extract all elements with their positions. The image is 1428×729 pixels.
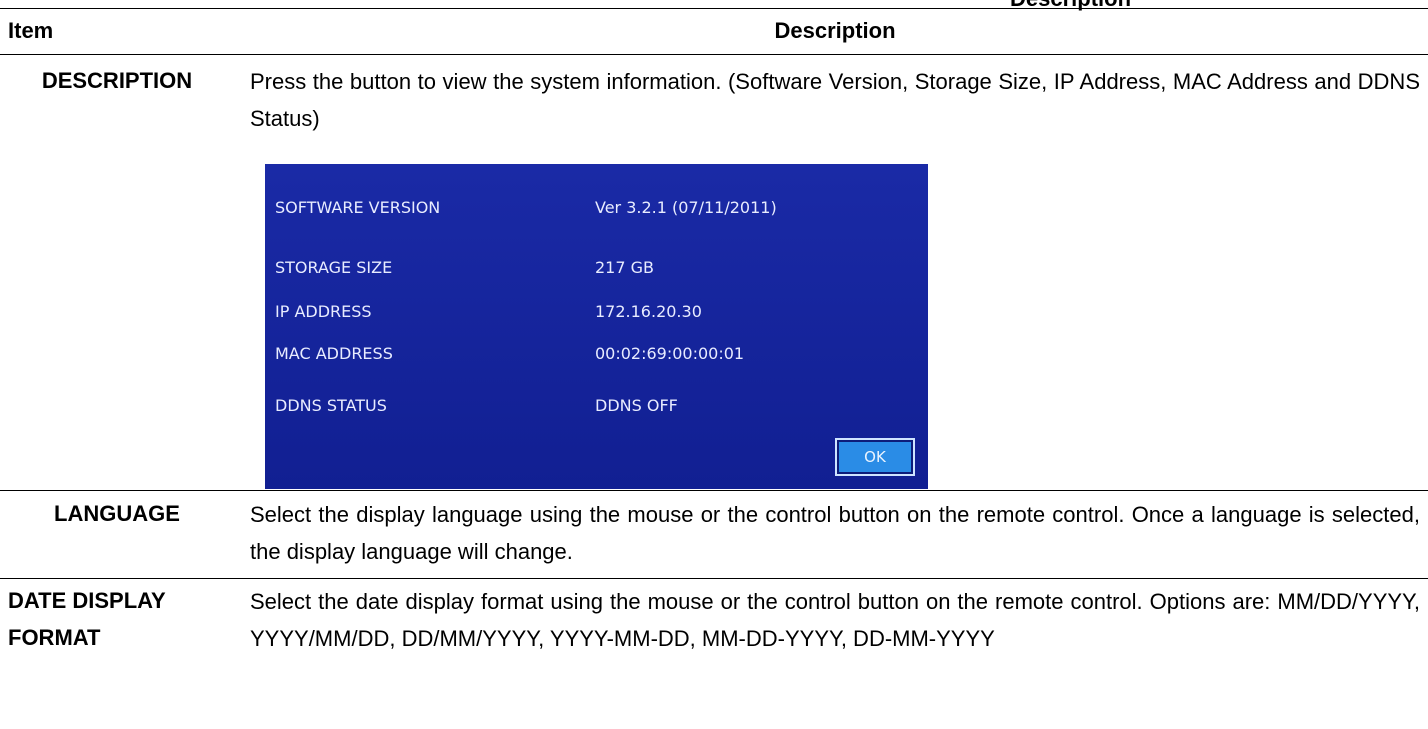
row-text-language: Select the display language using the mo…	[250, 502, 1420, 564]
field-label: DDNS STATUS	[275, 396, 387, 415]
ok-button[interactable]: OK	[835, 438, 915, 476]
page-heading-clipped: Description	[1010, 0, 1131, 12]
row-rule-2	[0, 578, 1428, 579]
row-item-date-display-line2: FORMAT	[8, 625, 101, 650]
field-value: DDNS OFF	[595, 396, 678, 415]
field-label: IP ADDRESS	[275, 302, 372, 321]
row-rule-1	[0, 490, 1428, 491]
system-info-dialog: SOFTWARE VERSION Ver 3.2.1 (07/11/2011) …	[265, 164, 928, 489]
row-item-description: DESCRIPTION	[41, 68, 193, 93]
field-label: MAC ADDRESS	[275, 344, 393, 363]
table-top-rule	[0, 8, 1428, 9]
row-text-description: Press the button to view the system info…	[250, 69, 1420, 131]
column-header-description: Description	[774, 18, 896, 43]
row-text-date-display-format: Select the date display format using the…	[250, 589, 1420, 651]
field-value: Ver 3.2.1 (07/11/2011)	[595, 198, 777, 217]
column-header-item: Item	[8, 18, 54, 43]
field-value: 172.16.20.30	[595, 302, 702, 321]
row-item-language: LANGUAGE	[54, 501, 180, 526]
field-label: STORAGE SIZE	[275, 258, 393, 277]
header-rule	[0, 54, 1428, 55]
field-value: 217 GB	[595, 258, 654, 277]
row-item-date-display-line1: DATE DISPLAY	[8, 588, 166, 613]
field-value: 00:02:69:00:00:01	[595, 344, 745, 363]
field-label: SOFTWARE VERSION	[275, 198, 441, 217]
